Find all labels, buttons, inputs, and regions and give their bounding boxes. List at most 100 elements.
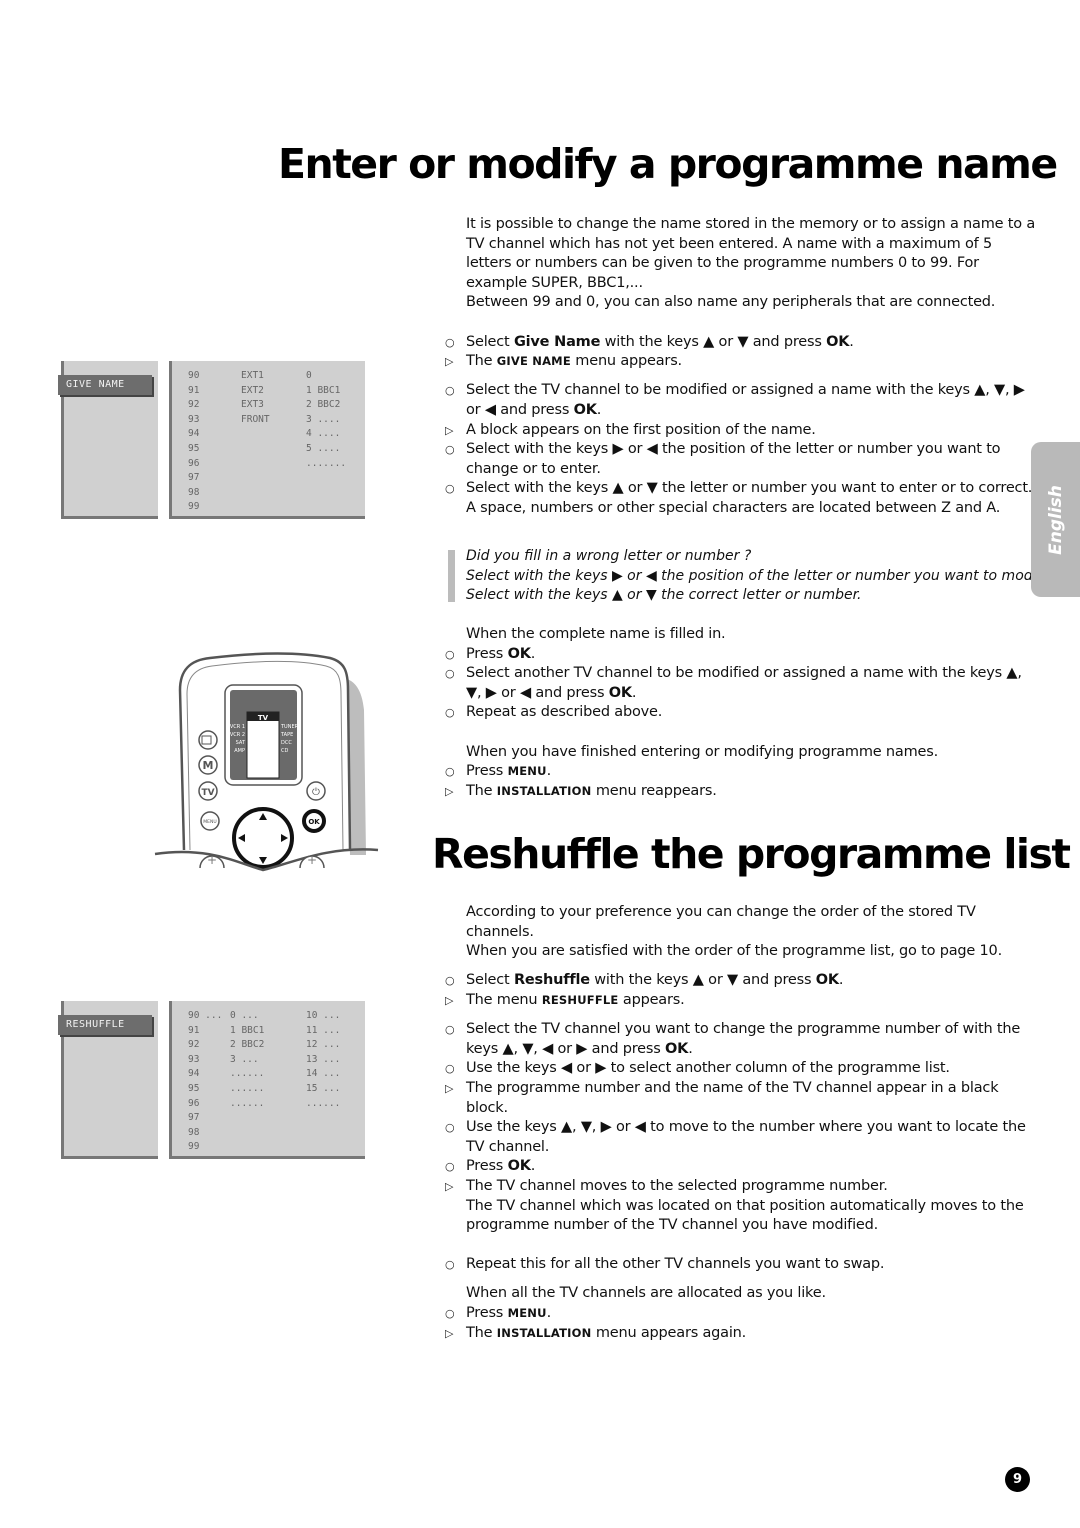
step-result: ▷ The programme number and the name of th… (445, 1079, 999, 1116)
osd-list-entry: EXT2 (241, 384, 264, 396)
m-button-label: M (203, 759, 214, 772)
osd-list-entry: ...... (230, 1097, 265, 1109)
osd-menu-tag: GIVE NAME (58, 375, 152, 395)
step-result: ▷ The GIVE NAME menu appears. (445, 353, 682, 370)
section-title-enter-name: Enter or modify a programme name (278, 140, 1058, 188)
step: ○ Press OK. (445, 1158, 536, 1175)
step-result: ▷ The INSTALLATION menu reappears. (445, 782, 717, 799)
osd-list-entry: 14 ... (306, 1068, 341, 1080)
osd-list-entry: 92 (188, 1039, 200, 1051)
osd-list-entry: 5 .... (306, 442, 341, 454)
osd-list-entry: 0 (306, 370, 312, 381)
osd-col-channels: 0 1 BBC1 2 BBC2 3 .... 4 .... 5 ........... (306, 369, 346, 471)
osd-list-panel: 90 91 92 93 94 95 96 97 98 99 EXT1 EXT2 EXT3 FRONT 0… (169, 361, 365, 519)
tv-button-label: TV (201, 788, 214, 798)
osd-col-numbers: 90 91 92 93 94 95 96 97 98 99 (188, 369, 199, 515)
osd-list-entry: 93 (188, 1053, 200, 1065)
remote-control-illustration: + + ⏻ TV VCR 1 VCR 2 SAT AMP TUNER TAPE … (150, 650, 385, 880)
step: ○ Select another TV channel to be modifie… (445, 665, 1022, 701)
osd-list-entry: 10 ... (306, 1010, 341, 1021)
osd-menu-tag: RESHUFFLE (58, 1015, 152, 1035)
paragraph: When you have finished entering or modif… (466, 743, 938, 760)
osd-list-entry: 1 BBC1 (230, 1024, 265, 1036)
section2-body: According to your preference you can cha… (445, 903, 1036, 1343)
tip-note: Did you fill in a wrong letter or number… (448, 547, 1056, 606)
osd-menu-panel: GIVE NAME (58, 361, 158, 519)
osd-list-entry: 92 (188, 399, 200, 411)
svg-text:+: + (307, 853, 317, 867)
osd-list-entry: 95 (188, 1082, 200, 1094)
remote-label: AMP (234, 748, 245, 754)
osd-col-numbers: 90 ... 91 92 93 94 95 96 97 98 99 (188, 1009, 222, 1155)
step-result: ▷ The TV channel moves to the selected pr… (445, 1177, 888, 1194)
osd-list-entry: FRONT (241, 413, 270, 425)
language-tab-label: English (1045, 484, 1066, 555)
step-result-cont: The TV channel which was located on that… (466, 1197, 1024, 1234)
note-line: Select with the keys ▶ or ◀ the position… (466, 567, 1054, 584)
step-result: ▷ The INSTALLATION menu appears again. (445, 1324, 747, 1341)
step: ○ Press OK. (445, 645, 536, 662)
osd-list-entry: 94 (188, 428, 200, 440)
remote-label: TUNER (280, 724, 299, 730)
section1-body-2: When the complete name is filled in. ○ Pr… (445, 625, 1036, 801)
remote-label: SAT (236, 740, 246, 746)
step: ○ Press MENU. (445, 1305, 552, 1322)
osd-list-entry: 91 (188, 384, 200, 396)
osd-list-entry: 90 ... (188, 1010, 223, 1021)
osd-list-entry: 0 ... (230, 1010, 259, 1021)
step-result: ▷ The menu RESHUFFLE appears. (445, 991, 685, 1008)
remote-label: CD (281, 748, 288, 754)
osd-list-entry: 93 (188, 413, 200, 425)
osd-list-panel: 90 ... 91 92 93 94 95 96 97 98 99 0 ... 1 BBC1 2 BB… (169, 1001, 365, 1159)
step: ○ Repeat as described above. (445, 704, 663, 721)
remote-label: VCR 2 (230, 732, 245, 738)
osd-list-entry: 11 ... (306, 1024, 341, 1036)
osd-list-entry: 1 BBC1 (306, 384, 341, 396)
ok-button-label: OK (308, 818, 320, 826)
osd-list-entry: 4 .... (306, 428, 341, 440)
intro-paragraph: It is possible to change the name stored… (466, 216, 1036, 291)
osd-list-entry: ...... (230, 1068, 265, 1080)
osd-list-entry: 96 (188, 1097, 200, 1109)
osd-col-channels-a: 0 ... 1 BBC1 2 BBC2 3 ..................... (230, 1009, 264, 1111)
menu-button-label: MENU (203, 819, 216, 825)
page-number-badge: 9 (1005, 1467, 1030, 1492)
osd-list-entry: ...... (230, 1082, 265, 1094)
osd-list-entry: 15 ... (306, 1082, 341, 1094)
step: ○ Select with the keys ▶ or ◀ the positio… (445, 441, 1001, 477)
step: ○ Use the keys ◀ or ▶ to select another c… (445, 1060, 950, 1077)
osd-list-entry: EXT1 (241, 370, 264, 381)
osd-list-entry: 99 (188, 1141, 200, 1153)
step: ○ Select the TV channel you want to chang… (445, 1021, 1021, 1057)
osd-list-entry: 98 (188, 486, 200, 498)
remote-label: DCC (281, 740, 292, 746)
paragraph: When you are satisfied with the order of… (466, 943, 1002, 960)
osd-list-entry: 95 (188, 442, 200, 454)
step: ○ Press MENU. (445, 763, 552, 780)
osd-list-entry: ....... (306, 457, 347, 469)
remote-display-header: TV (258, 714, 269, 722)
paragraph: When the complete name is filled in. (466, 626, 726, 642)
osd-list-entry: 90 (188, 370, 200, 381)
language-tab[interactable]: English (1031, 442, 1080, 597)
step: ○ Select Give Name with the keys ▲ or ▼ a… (445, 333, 854, 350)
intro-paragraph-2: Between 99 and 0, you can also name any … (466, 294, 996, 311)
osd-list-entry: 3 ... (230, 1053, 259, 1065)
step: ○ Use the keys ▲, ▼, ▶ or ◀ to move to th… (445, 1119, 1026, 1155)
osd-list-entry: 2 BBC2 (230, 1039, 265, 1051)
note-bar (448, 550, 455, 602)
osd-list-entry: 94 (188, 1068, 200, 1080)
step: ○ Select with the keys ▲ or ▼ the letter … (445, 480, 1033, 516)
step: ○ Repeat this for all the other TV channe… (445, 1256, 885, 1273)
osd-col-peripherals: EXT1 EXT2 EXT3 FRONT (241, 369, 270, 427)
section-title-reshuffle: Reshuffle the programme list (432, 830, 1071, 878)
osd-list-entry: 3 .... (306, 413, 341, 425)
osd-list-entry: ...... (306, 1097, 341, 1109)
osd-list-entry: 13 ... (306, 1053, 341, 1065)
section1-body: It is possible to change the name stored… (445, 215, 1036, 519)
note-line: Select with the keys ▲ or ▼ the correct … (466, 587, 862, 604)
paragraph: When all the TV channels are allocated a… (466, 1285, 826, 1302)
remote-label: TAPE (280, 732, 293, 738)
osd-list-entry: EXT3 (241, 399, 264, 411)
step-result: ▷ A block appears on the first position o… (445, 421, 816, 438)
